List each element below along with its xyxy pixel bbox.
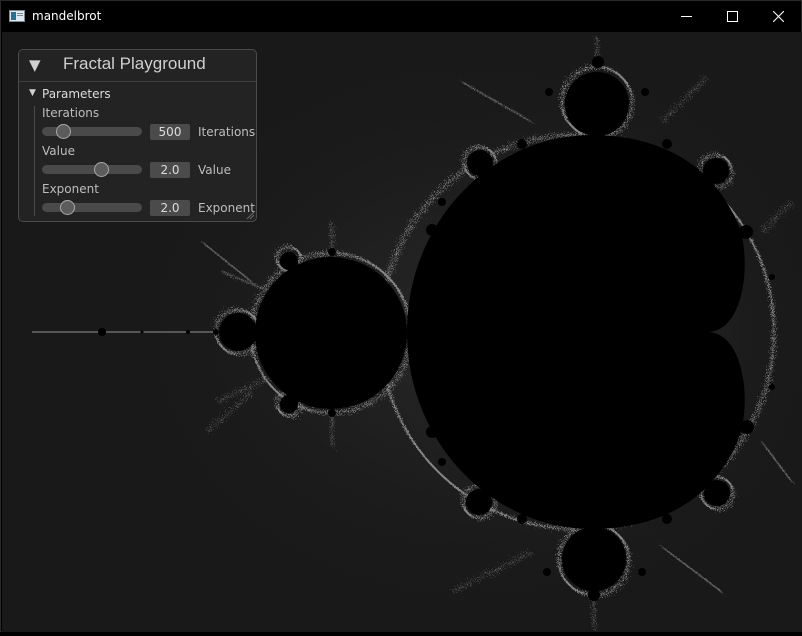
app-window: mandelbrot ▼ Fractal Playground ▼ Parame… bbox=[0, 0, 802, 632]
app-icon bbox=[9, 10, 25, 22]
triangle-down-icon: ▼ bbox=[29, 88, 36, 98]
panel-title: Fractal Playground bbox=[63, 54, 206, 73]
iterations-label: Iterations bbox=[42, 106, 100, 120]
value-suffix-label: Value bbox=[198, 163, 231, 177]
title-bar[interactable]: mandelbrot bbox=[1, 1, 801, 32]
section-label: Parameters bbox=[42, 87, 111, 101]
close-button[interactable] bbox=[755, 1, 801, 32]
exponent-value-field[interactable]: 2.0 bbox=[150, 200, 190, 216]
triangle-down-icon[interactable]: ▼ bbox=[29, 56, 41, 74]
iterations-suffix-label: Iterations bbox=[198, 125, 256, 139]
value-label: Value bbox=[42, 144, 75, 158]
resize-grip-icon[interactable] bbox=[246, 211, 254, 219]
tree-guide-line bbox=[34, 106, 35, 216]
settings-panel[interactable]: ▼ Fractal Playground ▼ Parameters Iterat… bbox=[18, 49, 257, 222]
maximize-button[interactable] bbox=[709, 1, 755, 32]
value-slider[interactable] bbox=[42, 162, 142, 177]
minimize-icon bbox=[680, 16, 692, 17]
maximize-icon bbox=[726, 11, 738, 22]
exponent-slider-thumb[interactable] bbox=[60, 200, 75, 215]
iterations-slider[interactable] bbox=[42, 124, 142, 139]
iterations-slider-thumb[interactable] bbox=[56, 124, 71, 139]
value-value-field[interactable]: 2.0 bbox=[150, 162, 190, 178]
panel-header[interactable]: ▼ Fractal Playground bbox=[19, 50, 256, 82]
close-icon bbox=[772, 11, 784, 22]
exponent-slider[interactable] bbox=[42, 200, 142, 215]
iterations-value-field[interactable]: 500 bbox=[150, 124, 190, 140]
exponent-label: Exponent bbox=[42, 182, 99, 196]
minimize-button[interactable] bbox=[663, 1, 709, 32]
value-slider-thumb[interactable] bbox=[94, 162, 109, 177]
window-title: mandelbrot bbox=[32, 9, 102, 23]
